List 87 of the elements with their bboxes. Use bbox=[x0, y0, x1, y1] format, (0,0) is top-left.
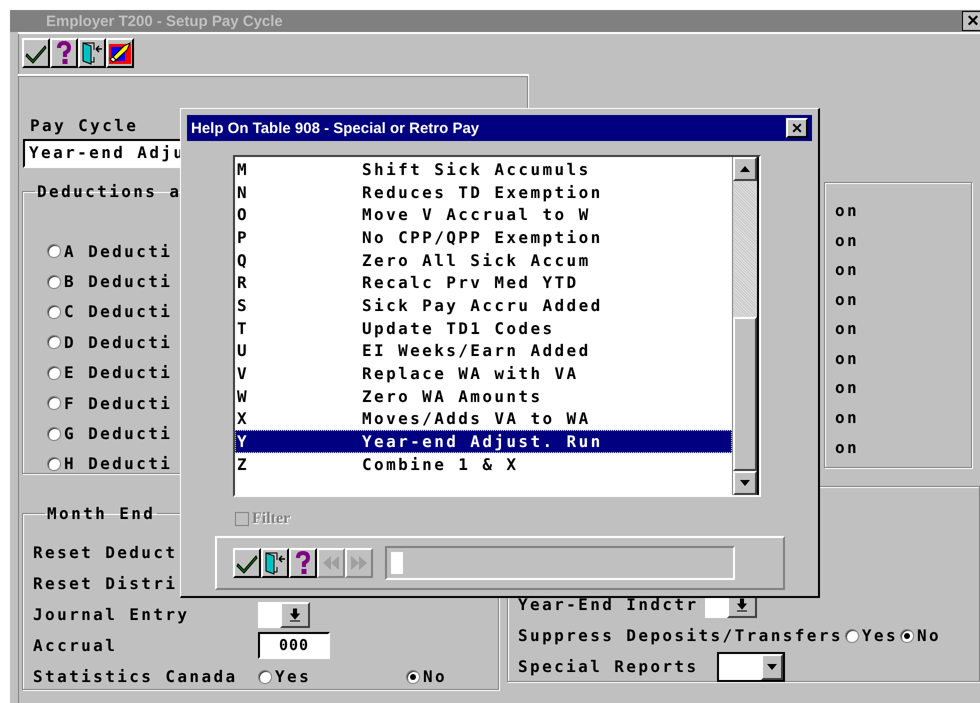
ok-button[interactable] bbox=[233, 548, 261, 578]
radio-label: A Deducti bbox=[64, 242, 172, 261]
radio-label: C Deducti bbox=[64, 302, 172, 322]
rewind-icon bbox=[322, 556, 340, 570]
caret-icon bbox=[766, 664, 776, 670]
radio-button[interactable] bbox=[47, 335, 61, 350]
down-arrow-icon bbox=[740, 480, 750, 486]
list-item[interactable]: Q Zero All Sick Accum bbox=[235, 248, 732, 272]
list-item[interactable]: Y Year-end Adjust. Run bbox=[235, 430, 732, 453]
field-label: Journal Entry bbox=[33, 605, 190, 624]
pay-cycle-label: Pay Cycle bbox=[30, 116, 138, 137]
list-item[interactable]: N Reduces TD Exemption bbox=[235, 180, 732, 204]
dialog-title: Help On Table 908 - Special or Retro Pay bbox=[191, 120, 480, 136]
radio-label: D Deducti bbox=[64, 332, 172, 352]
radio-button[interactable] bbox=[406, 670, 420, 684]
help-icon bbox=[56, 41, 72, 65]
list-item[interactable]: Z Combine 1 & X bbox=[235, 452, 732, 476]
option-label: on bbox=[835, 378, 860, 400]
exit-button[interactable] bbox=[261, 548, 289, 578]
radio-button[interactable] bbox=[47, 274, 61, 289]
option-label: on bbox=[835, 408, 860, 429]
radio-label: E Deducti bbox=[64, 363, 172, 382]
radio-label: F Deducti bbox=[64, 394, 172, 413]
filter-label: Filter bbox=[252, 510, 290, 528]
radio-label: B Deducti bbox=[64, 272, 172, 292]
option-label: on bbox=[835, 319, 860, 340]
radio-label: No bbox=[422, 667, 448, 686]
fast-forward-icon bbox=[350, 556, 368, 570]
list-item[interactable]: W Zero WA Amounts bbox=[235, 384, 732, 408]
field-label: Suppress Deposits/Transfers bbox=[518, 626, 843, 645]
list-item[interactable]: X Moves/Adds VA to WA bbox=[235, 408, 732, 430]
radio-label: H Deducti bbox=[64, 454, 172, 474]
exit-button[interactable] bbox=[78, 38, 106, 68]
close-button[interactable]: × bbox=[962, 11, 980, 31]
scrollbar[interactable] bbox=[732, 157, 759, 495]
list-item[interactable]: V Replace WA with VA bbox=[235, 362, 732, 385]
dropdown-button[interactable] bbox=[280, 602, 310, 628]
field-label: Reset Deduct bbox=[33, 543, 178, 562]
option-label: on bbox=[835, 438, 860, 458]
up-arrow-icon bbox=[740, 166, 750, 172]
radio-button[interactable] bbox=[47, 456, 61, 471]
accrual-field[interactable]: 000 bbox=[258, 632, 330, 659]
list-item[interactable]: P No CPP/QPP Exemption bbox=[235, 226, 732, 249]
radio-button[interactable] bbox=[844, 628, 859, 642]
help-button[interactable] bbox=[289, 548, 317, 578]
radio-button[interactable] bbox=[47, 396, 61, 410]
exit-door-icon bbox=[263, 551, 287, 575]
search-field[interactable] bbox=[385, 546, 735, 580]
eraser-icon bbox=[108, 41, 132, 65]
radio-label: Yes bbox=[862, 626, 898, 645]
option-label: on bbox=[835, 230, 860, 252]
list-item[interactable]: S Sick Pay Accru Added bbox=[235, 294, 732, 317]
field-label: Reset Distri bbox=[33, 574, 178, 593]
group-label: Deductions a bbox=[36, 182, 182, 201]
ok-button[interactable] bbox=[22, 38, 50, 68]
exit-door-icon bbox=[80, 41, 104, 65]
list-item[interactable]: O Move V Accrual to W bbox=[235, 203, 732, 226]
option-label: on bbox=[835, 201, 860, 222]
radio-button[interactable] bbox=[900, 628, 914, 642]
help-icon bbox=[295, 551, 311, 575]
radio-button[interactable] bbox=[47, 366, 61, 380]
list-item[interactable]: T Update TD1 Codes bbox=[235, 316, 732, 340]
radio-button[interactable] bbox=[47, 304, 61, 319]
close-button[interactable]: × bbox=[786, 118, 808, 138]
field-label: Year-End Indctr bbox=[518, 595, 698, 614]
option-label: on bbox=[835, 260, 860, 282]
option-label: on bbox=[835, 348, 860, 370]
radio-button[interactable] bbox=[258, 670, 272, 684]
help-button[interactable] bbox=[50, 38, 78, 68]
down-arrow-icon bbox=[289, 608, 301, 622]
option-label: on bbox=[835, 290, 860, 311]
radio-label: No bbox=[917, 626, 942, 645]
field-label: Statistics Canada bbox=[33, 667, 238, 686]
combo-box[interactable] bbox=[716, 652, 784, 682]
radio-label: Yes bbox=[275, 667, 312, 686]
window-title: Employer T200 - Setup Pay Cycle bbox=[45, 12, 283, 30]
clear-button[interactable] bbox=[106, 38, 134, 68]
field-label: Special Reports bbox=[518, 657, 698, 676]
dropdown-field[interactable] bbox=[258, 602, 280, 628]
group-label: Month End bbox=[46, 504, 156, 523]
list-item[interactable]: R Recalc Prv Med YTD bbox=[235, 271, 732, 294]
field-label: Accrual bbox=[33, 636, 118, 655]
radio-label: G Deducti bbox=[64, 424, 172, 444]
down-arrow-icon bbox=[736, 598, 748, 612]
radio-button[interactable] bbox=[47, 244, 61, 258]
radio-button[interactable] bbox=[47, 426, 61, 441]
list-item[interactable]: U EI Weeks/Earn Added bbox=[235, 340, 732, 362]
